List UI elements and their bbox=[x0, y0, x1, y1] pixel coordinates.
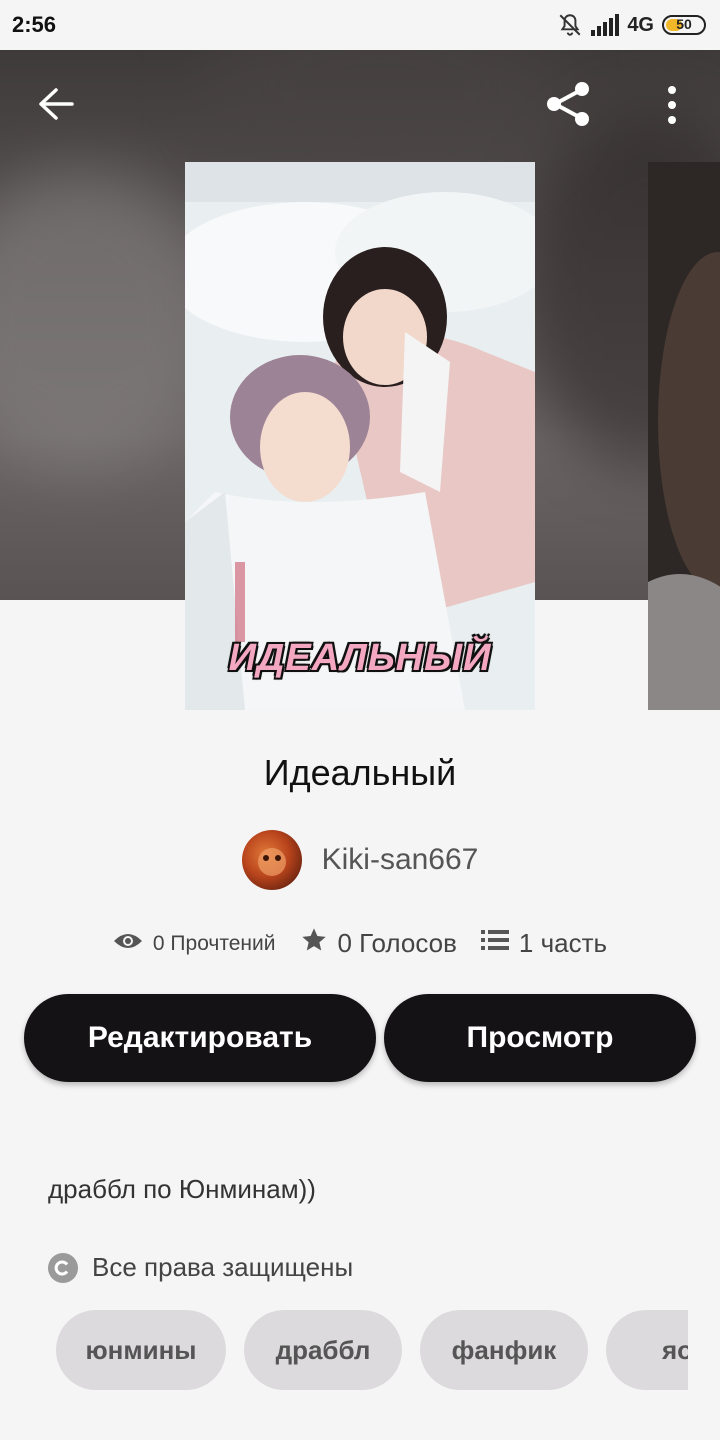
eye-icon bbox=[113, 931, 143, 957]
parts-count: 1 часть bbox=[518, 928, 608, 958]
cover-image[interactable]: ИДЕАЛЬНЫЙ bbox=[185, 162, 535, 710]
list-icon bbox=[480, 928, 509, 959]
more-options-button[interactable] bbox=[648, 80, 696, 134]
votes-count: 0 Голосов bbox=[337, 928, 457, 958]
tag-list: юнмины драббл фанфик яо bbox=[0, 1310, 688, 1390]
author-name[interactable]: Kiki-san667 bbox=[322, 843, 479, 877]
battery-icon: 50 bbox=[662, 15, 706, 35]
author-row[interactable]: Kiki-san667 bbox=[0, 830, 720, 890]
reads-count: 0 Прочтений bbox=[152, 931, 276, 955]
status-bar: 2:56 4G 50 bbox=[0, 0, 720, 50]
status-time: 2:56 bbox=[12, 12, 57, 37]
parts-stat: 1 часть bbox=[480, 928, 608, 959]
cover-illustration bbox=[185, 162, 535, 710]
network-label: 4G bbox=[627, 13, 654, 36]
avatar[interactable] bbox=[241, 830, 302, 890]
share-icon bbox=[543, 79, 593, 134]
copyright-text: Все права защищены bbox=[92, 1252, 354, 1282]
signal-icon bbox=[591, 14, 620, 36]
edit-button[interactable]: Редактировать bbox=[24, 994, 376, 1082]
next-cover-image[interactable] bbox=[648, 162, 720, 710]
next-cover-illustration bbox=[648, 162, 720, 710]
star-icon bbox=[300, 926, 328, 961]
back-arrow-icon bbox=[37, 87, 75, 126]
story-title: Идеальный bbox=[263, 752, 457, 793]
reads-stat: 0 Прочтений bbox=[113, 931, 276, 957]
share-button[interactable] bbox=[540, 78, 596, 134]
bell-muted-icon bbox=[557, 12, 583, 38]
status-icons: 4G 50 bbox=[557, 12, 706, 38]
story-description: драббл по Юнминам)) bbox=[48, 1174, 316, 1204]
back-button[interactable] bbox=[28, 82, 84, 130]
battery-level: 50 bbox=[676, 16, 692, 32]
tag-chip[interactable]: юнмины bbox=[56, 1310, 226, 1390]
more-vert-icon bbox=[666, 85, 678, 130]
cover-title: ИДЕАЛЬНЫЙ bbox=[228, 637, 492, 679]
tag-chip[interactable]: драббл bbox=[244, 1310, 402, 1390]
votes-stat: 0 Голосов bbox=[300, 926, 457, 961]
copyright-row: Все права защищены bbox=[48, 1252, 353, 1283]
tag-chip[interactable]: фанфик bbox=[420, 1310, 588, 1390]
stats-row: 0 Прочтений 0 Голосов 1 часть bbox=[0, 926, 720, 961]
copyright-icon bbox=[48, 1252, 78, 1283]
tag-chip[interactable]: яо bbox=[606, 1310, 688, 1390]
view-button[interactable]: Просмотр bbox=[384, 994, 696, 1082]
